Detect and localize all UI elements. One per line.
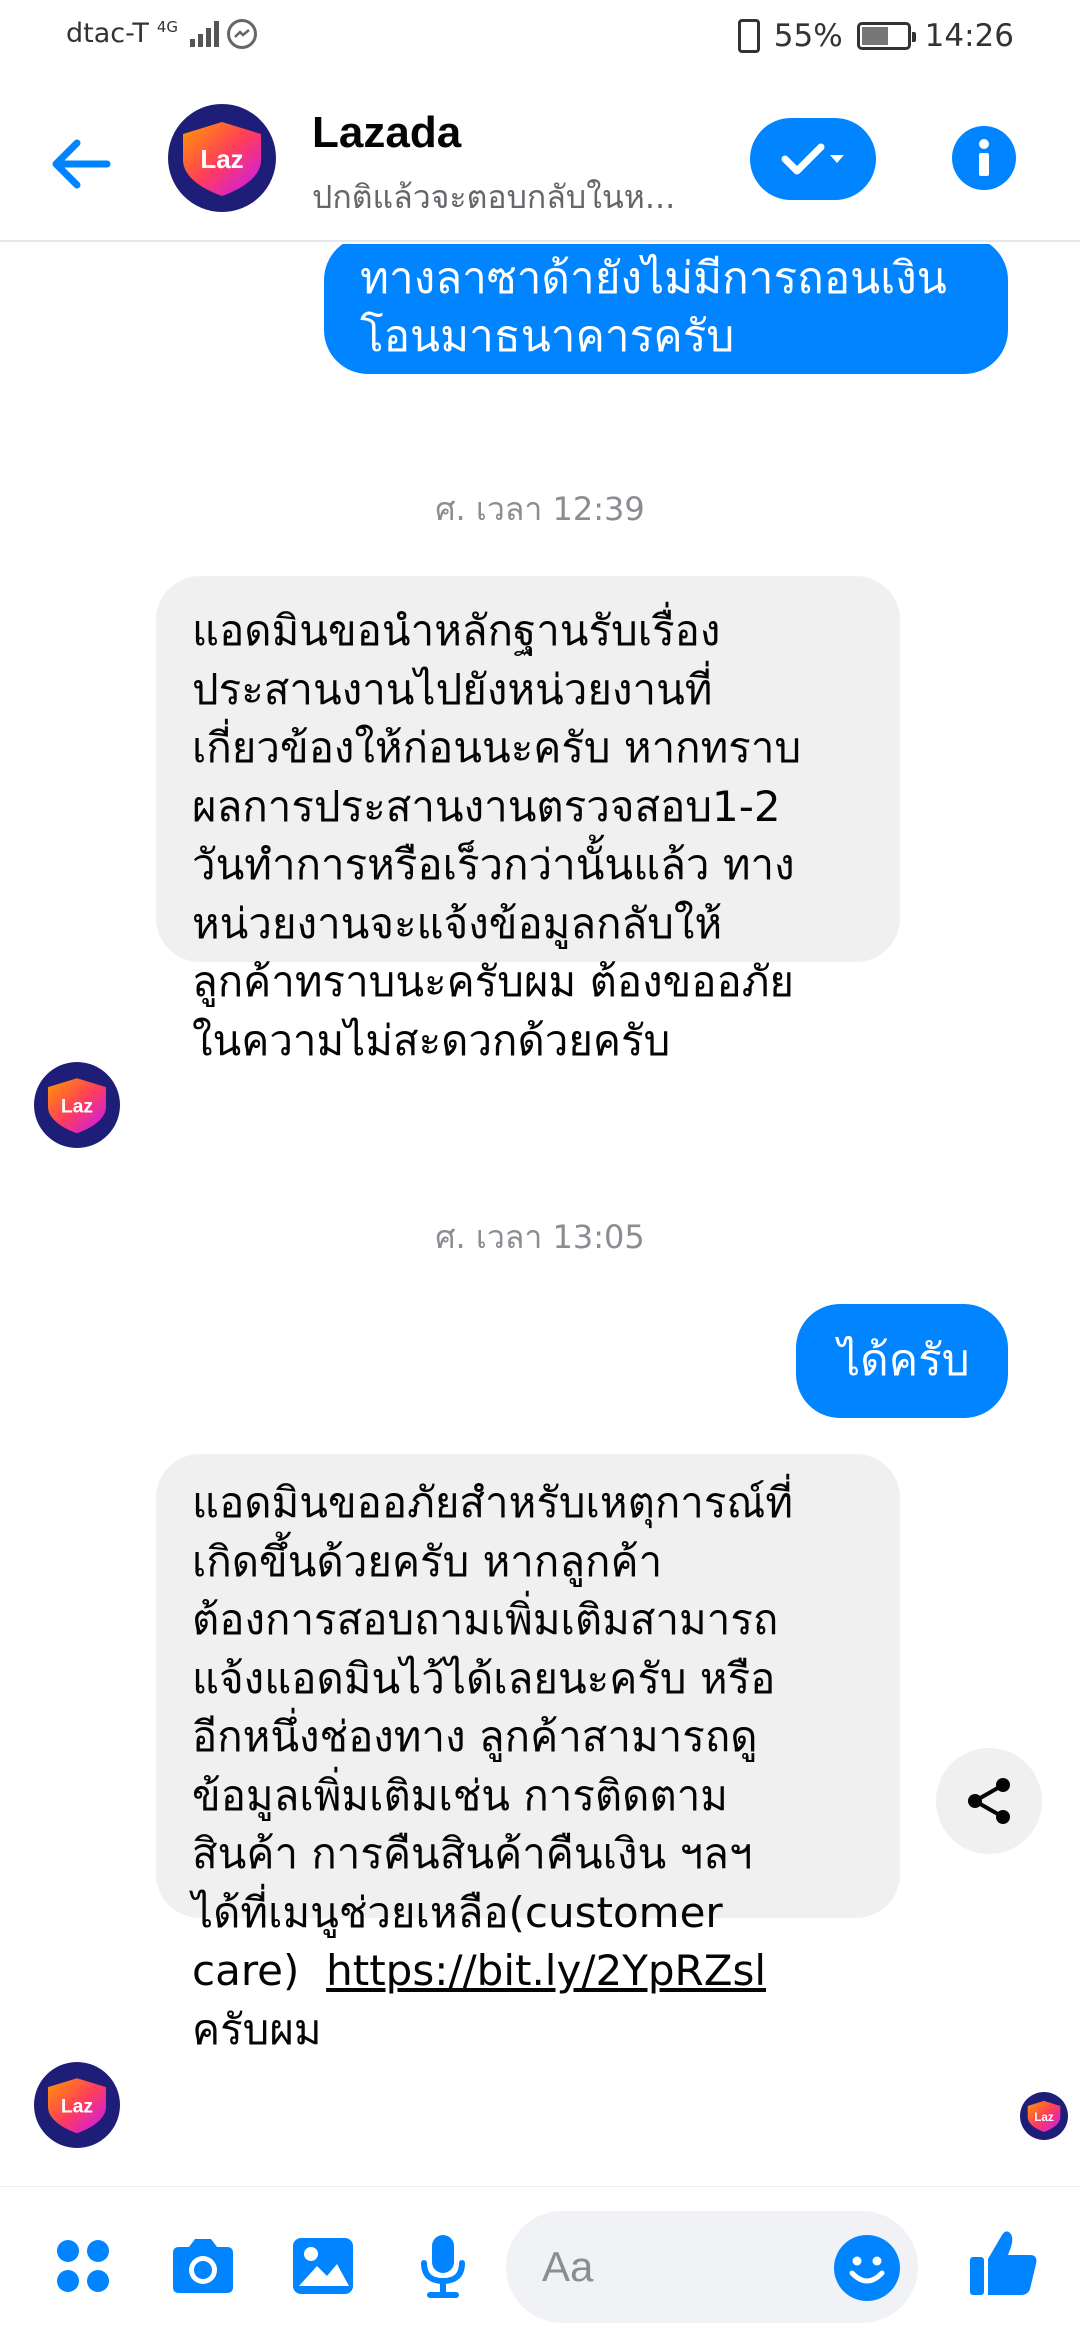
message-text-line: ประสานงานไปยังหน่วยงานที่ xyxy=(192,664,713,714)
thumbs-up-icon xyxy=(970,2231,1037,2295)
message-text-line: ทางลาซาด้ายังไม่มีการถอนเงิน xyxy=(360,253,947,304)
help-link[interactable]: https://bit.ly/2YpRZsl xyxy=(326,1946,766,1995)
message-text-line: อีกหนึ่งช่องทาง ลูกค้าสามารถดู xyxy=(192,1712,758,1761)
message-text-line: ได้ที่เมนูช่วยเหลือ(customer xyxy=(192,1887,723,1937)
microphone-icon xyxy=(421,2235,465,2298)
timestamp-divider: ศ. เวลา 13:05 xyxy=(435,1218,645,1256)
more-actions-button[interactable] xyxy=(48,2231,118,2301)
message-input[interactable] xyxy=(542,2211,802,2323)
avatar-logo-text: Laz xyxy=(200,144,243,174)
clock: 14:26 xyxy=(924,18,1014,54)
contact-name[interactable]: Lazada xyxy=(312,108,461,158)
message-composer xyxy=(0,2186,1080,2340)
battery-percent: 55% xyxy=(773,18,843,54)
battery-icon xyxy=(856,22,916,50)
vibrate-icon xyxy=(737,19,760,53)
camera-button[interactable] xyxy=(168,2231,238,2301)
message-text-line: เกิดขึ้นด้วยครับ หากลูกค้า xyxy=(192,1536,663,1586)
status-right: 55% 14:26 xyxy=(737,18,1014,54)
message-text: care) xyxy=(192,1946,300,1995)
lazada-logo-icon: Laz xyxy=(183,122,261,196)
mark-resolved-button[interactable] xyxy=(750,118,876,200)
image-icon xyxy=(293,2238,353,2294)
emoji-icon xyxy=(849,2256,885,2284)
avatar-logo-text: Laz xyxy=(1034,2111,1054,2124)
message-text-line: แอดมินขอนำหลักฐานรับเรื่อง xyxy=(192,606,721,655)
message-text-line: เกี่ยวข้องให้ก่อนนะครับ หากทราบ xyxy=(192,723,802,772)
message-text-line: แอดมินขออภัยสำหรับเหตุการณ์ที่ xyxy=(192,1478,794,1527)
status-left: dtac-T 4G xyxy=(66,18,258,49)
lazada-logo-icon: Laz xyxy=(47,1078,107,1134)
outgoing-message-bubble[interactable]: ได้ครับ xyxy=(796,1304,1008,1418)
lazada-logo-icon: Laz xyxy=(47,2078,107,2134)
avatar-logo-text: Laz xyxy=(61,2095,93,2117)
carrier-label: dtac-T xyxy=(66,18,149,49)
sender-avatar[interactable]: Laz xyxy=(34,1062,120,1148)
back-button[interactable] xyxy=(40,124,120,204)
timestamp-divider: ศ. เวลา 12:39 xyxy=(435,490,645,528)
lazada-logo-icon: Laz xyxy=(1027,2100,1061,2132)
avatar-logo-text: Laz xyxy=(61,1095,93,1117)
gallery-button[interactable] xyxy=(288,2231,358,2301)
message-text-line: ได้ครับ xyxy=(838,1335,970,1386)
message-text-line: หน่วยงานจะแจ้งข้อมูลกลับให้ xyxy=(192,898,723,948)
message-text-line: ข้อมูลเพิ่มเติมเช่น การติดตาม xyxy=(192,1770,728,1820)
message-text-line: โอนมาธนาคารครับ xyxy=(360,311,735,362)
emoji-button[interactable] xyxy=(834,2235,900,2301)
response-time-subtitle: ปกติแล้วจะตอบกลับในห... xyxy=(312,178,676,216)
like-button[interactable] xyxy=(964,2223,1044,2303)
message-text-line: ในความไม่สะดวกด้วยครับ xyxy=(192,1015,671,1065)
camera-icon xyxy=(173,2239,233,2293)
contact-avatar[interactable]: Laz xyxy=(168,104,276,212)
incoming-message-bubble[interactable]: แอดมินขอนำหลักฐานรับเรื่อง ประสานงานไปยั… xyxy=(156,576,900,1065)
message-text-line: แจ้งแอดมินไว้ได้เลยนะครับ หรือ xyxy=(192,1653,776,1703)
check-icon xyxy=(781,143,825,175)
sender-avatar[interactable]: Laz xyxy=(34,2062,120,2148)
messenger-notification-icon xyxy=(227,18,258,49)
message-text-line: ครับผม xyxy=(192,2004,322,2054)
share-button[interactable] xyxy=(936,1748,1042,1854)
info-icon xyxy=(979,139,989,176)
info-button[interactable] xyxy=(952,126,1016,190)
message-text-line: วันทำการหรือเร็วกว่านั้นแล้ว ทาง xyxy=(192,840,795,889)
message-text-line: ผลการประสานงานตรวจสอบ1-2 xyxy=(192,781,781,831)
chat-header: Laz Lazada ปกติแล้วจะตอบกลับในห... xyxy=(0,90,1080,242)
chevron-down-icon xyxy=(830,155,844,163)
message-input-pill[interactable] xyxy=(506,2211,918,2323)
message-thread[interactable]: ทางลาซาด้ายังไม่มีการถอนเงิน โอนมาธนาคาร… xyxy=(0,244,1080,2184)
message-text-line: สินค้า การคืนสินค้าคืนเงิน ฯลฯ xyxy=(192,1829,753,1878)
incoming-message-bubble[interactable]: แอดมินขออภัยสำหรับเหตุการณ์ที่ เกิดขึ้นด… xyxy=(156,1454,900,2054)
message-text-line: ลูกค้าทราบนะครับผม ต้องขออภัย xyxy=(192,957,795,1006)
back-arrow-icon xyxy=(52,139,111,189)
message-text-line: ต้องการสอบถามเพิ่มเติมสามารถ xyxy=(192,1595,779,1644)
signal-icon xyxy=(190,20,220,47)
message-text-line: care) https://bit.ly/2YpRZsl xyxy=(192,1942,900,2001)
network-label: 4G xyxy=(156,18,179,36)
read-receipt-avatar: Laz xyxy=(1020,2092,1068,2140)
share-icon xyxy=(968,1778,1010,1824)
four-dots-icon xyxy=(57,2240,109,2292)
status-bar: dtac-T 4G 55% 14:26 xyxy=(0,0,1080,76)
voice-button[interactable] xyxy=(408,2231,478,2301)
outgoing-message-bubble[interactable]: ทางลาซาด้ายังไม่มีการถอนเงิน โอนมาธนาคาร… xyxy=(324,244,1008,374)
